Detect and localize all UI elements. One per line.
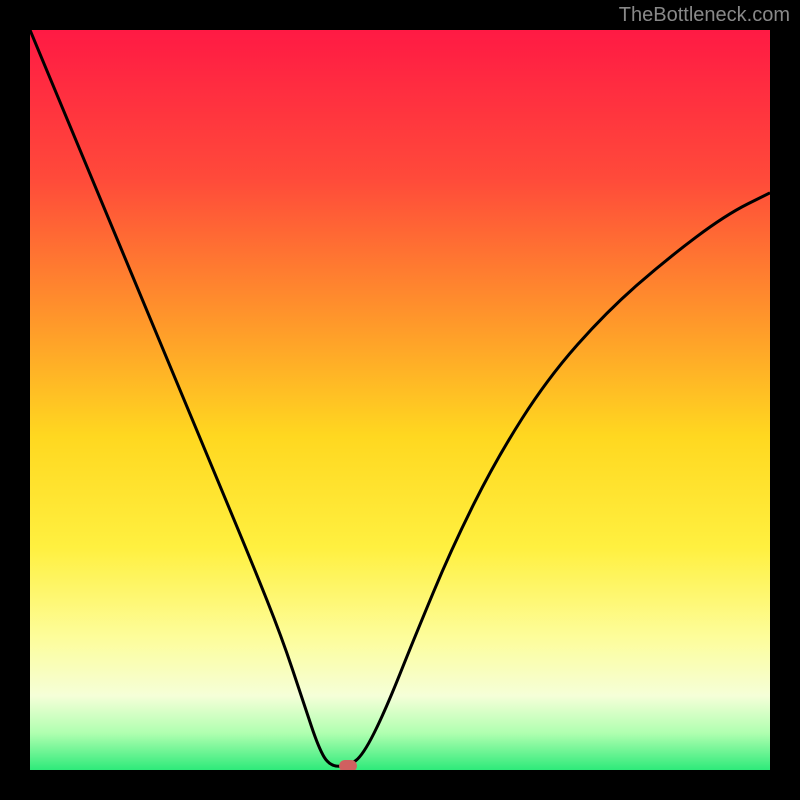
plot-area <box>30 30 770 770</box>
bottleneck-curve-path <box>30 30 770 766</box>
watermark-text: TheBottleneck.com <box>619 4 790 27</box>
curve-layer <box>30 30 770 770</box>
chart-container: TheBottleneck.com <box>0 0 800 800</box>
optimal-marker <box>339 760 357 770</box>
